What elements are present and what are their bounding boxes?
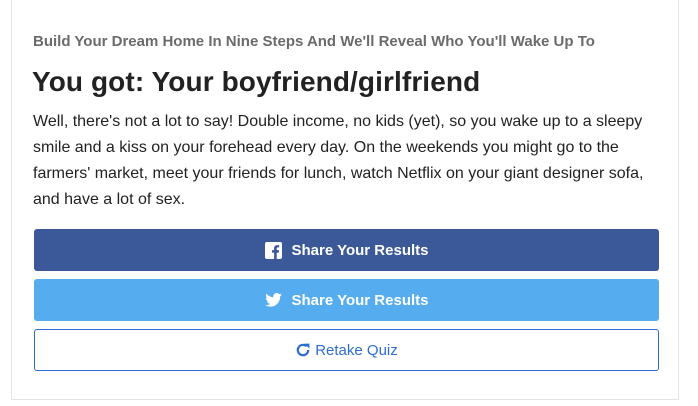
result-description: Well, there's not a lot to say! Double i… xyxy=(33,113,644,208)
quiz-title: Build Your Dream Home In Nine Steps And … xyxy=(33,33,595,50)
retake-quiz-button[interactable]: Retake Quiz xyxy=(34,329,659,371)
twitter-share-button[interactable]: Share Your Results xyxy=(34,279,659,321)
facebook-share-button[interactable]: Share Your Results xyxy=(34,229,659,271)
twitter-icon xyxy=(264,293,282,307)
refresh-icon xyxy=(295,342,311,358)
twitter-share-label: Share Your Results xyxy=(291,291,429,309)
facebook-share-label: Share Your Results xyxy=(291,241,429,259)
retake-quiz-label: Retake Quiz xyxy=(315,341,398,359)
result-heading: You got: Your boyfriend/girlfriend xyxy=(32,66,481,97)
facebook-icon xyxy=(264,241,282,259)
